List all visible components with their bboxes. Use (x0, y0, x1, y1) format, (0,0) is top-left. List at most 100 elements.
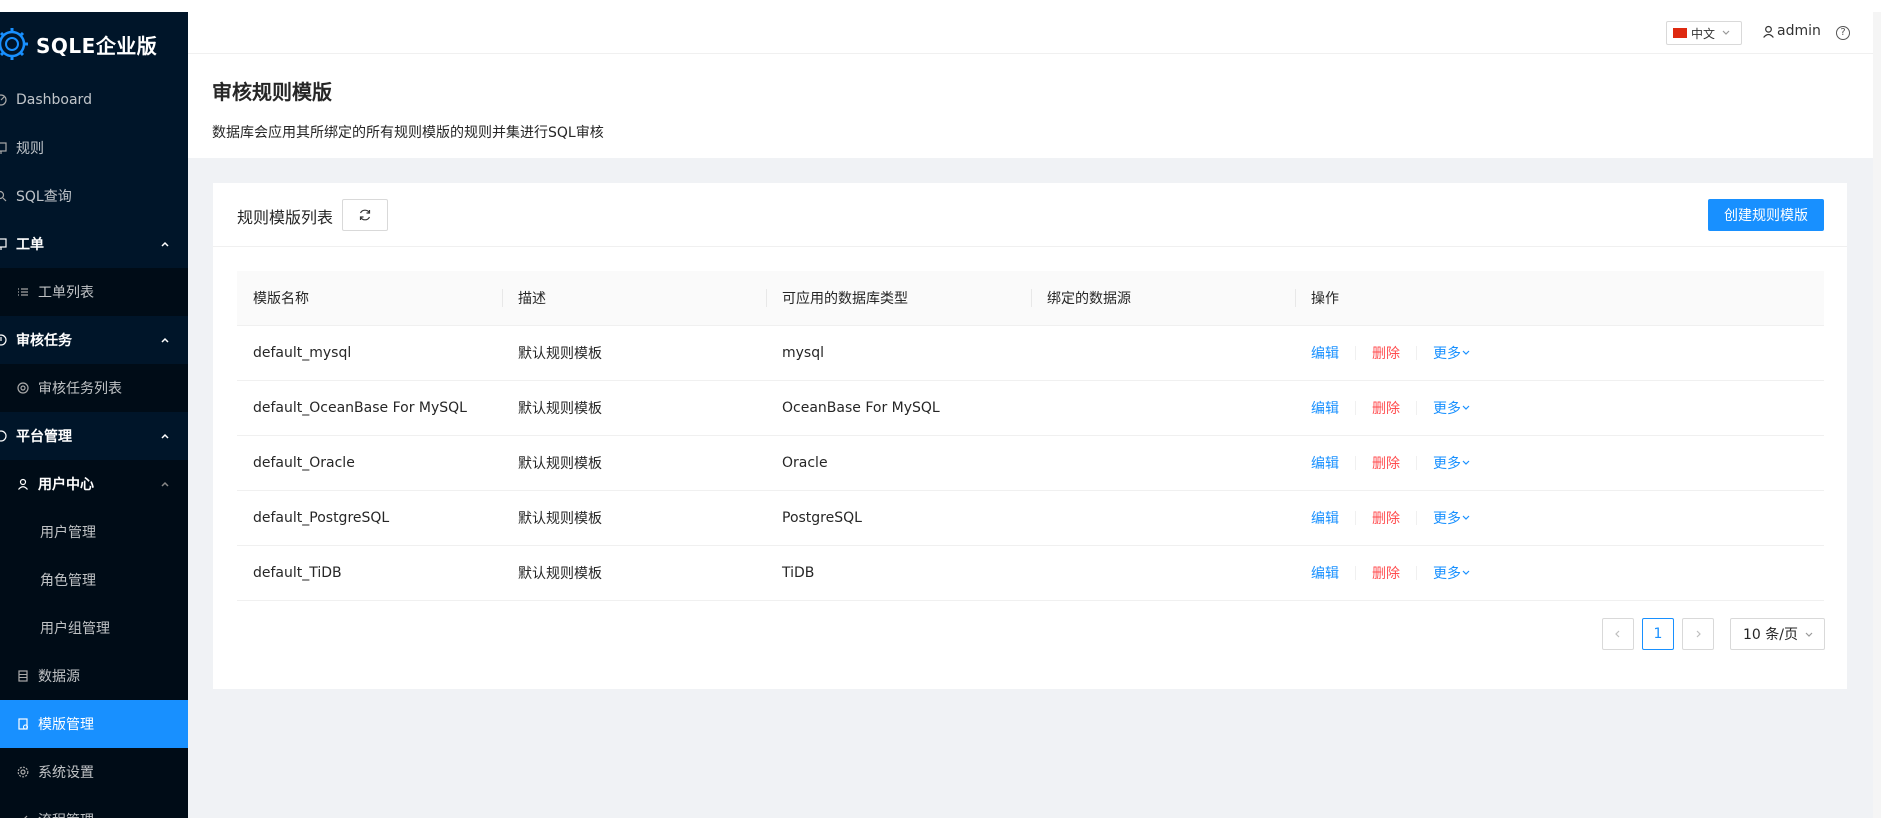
sidebar-item-system-settings[interactable]: 系统设置 (0, 748, 188, 796)
more-dropdown[interactable]: 更多 (1433, 453, 1471, 473)
sidebar-item-datasource[interactable]: 数据源 (0, 652, 188, 700)
china-flag-icon (1673, 28, 1687, 38)
column-header-label: 描述 (518, 290, 546, 307)
edit-link[interactable]: 编辑 (1311, 343, 1339, 363)
sidebar-group-user-center[interactable]: 用户中心 (0, 460, 188, 508)
sidebar-item-label: 用户组管理 (40, 621, 110, 637)
gear-icon (16, 765, 30, 779)
sidebar-item-rules[interactable]: 规则 (0, 124, 188, 172)
sidebar-item-label: 模版管理 (38, 717, 94, 733)
sidebar-group-label: 工单 (16, 237, 44, 253)
sidebar-group-label: 审核任务 (16, 333, 72, 349)
sidebar-item-order-list[interactable]: 工单列表 (0, 268, 188, 316)
column-divider (1031, 288, 1032, 307)
delete-link[interactable]: 删除 (1372, 398, 1400, 418)
sidebar-item-role-management[interactable]: 角色管理 (0, 556, 188, 604)
sidebar-item-label: 流程管理 (38, 810, 94, 818)
template-description: 默认规则模板 (502, 545, 766, 601)
logo-text: SQLE企业版 (36, 33, 158, 58)
card-header: 规则模版列表 创建规则模版 (213, 183, 1847, 247)
column-header: 绑定的数据源 (1031, 271, 1295, 326)
page-header: 审核规则模版 数据库会应用其所绑定的所有规则模版的规则并集进行SQL审核 (188, 54, 1873, 158)
delete-link[interactable]: 删除 (1372, 343, 1400, 363)
pagination: 1 10 条/页 (1602, 618, 1825, 650)
more-dropdown[interactable]: 更多 (1433, 343, 1471, 363)
sidebar-item-label: 工单列表 (38, 285, 94, 301)
search-icon (0, 189, 8, 203)
template-datasource (1031, 435, 1295, 491)
scrollbar[interactable] (1873, 12, 1881, 818)
language-label: 中文 (1691, 26, 1716, 41)
table-header-row: 模版名称 描述 可应用的数据库类型 绑定的数据源 操作 (237, 271, 1824, 326)
chevron-down-icon (1462, 405, 1470, 410)
column-header-label: 模版名称 (253, 290, 309, 307)
top-header: 中文 admin ? (188, 12, 1881, 54)
edit-link[interactable]: 编辑 (1311, 453, 1339, 473)
row-actions: 编辑 删除 更多 (1295, 490, 1824, 546)
sidebar-item-user-management[interactable]: 用户管理 (0, 508, 188, 556)
chevron-down-icon (1722, 30, 1730, 35)
logo[interactable]: SQLE企业版 (0, 12, 188, 76)
template-datasource (1031, 545, 1295, 601)
template-datasource (1031, 325, 1295, 381)
username: admin (1777, 23, 1821, 39)
platform-icon (0, 429, 8, 443)
page-size-select[interactable]: 10 条/页 (1730, 618, 1825, 650)
chevron-left-icon (1615, 630, 1620, 638)
user-icon (1763, 25, 1774, 38)
sidebar-item-label: 规则 (16, 141, 44, 157)
edit-link[interactable]: 编辑 (1311, 563, 1339, 583)
page-description: 数据库会应用其所绑定的所有规则模版的规则并集进行SQL审核 (212, 125, 604, 141)
more-dropdown[interactable]: 更多 (1433, 563, 1471, 583)
table-row: default_OceanBase For MySQL 默认规则模板 Ocean… (237, 380, 1824, 436)
sidebar-group-audit-task[interactable]: 审核任务 (0, 316, 188, 364)
table-row: default_TiDB 默认规则模板 TiDB 编辑 删除 更多 (237, 545, 1824, 601)
template-list-card: 规则模版列表 创建规则模版 模版名称 描述 可应用的数据库类型 绑定的数据源 操… (213, 183, 1847, 689)
row-actions: 编辑 删除 更多 (1295, 435, 1824, 491)
column-header-label: 绑定的数据源 (1047, 290, 1131, 307)
sidebar-item-process-management[interactable]: 流程管理 (0, 796, 188, 818)
delete-link[interactable]: 删除 (1372, 453, 1400, 473)
template-description: 默认规则模板 (502, 380, 766, 436)
sidebar-item-label: SQL查询 (16, 189, 72, 205)
sidebar-item-audit-task-list[interactable]: 审核任务列表 (0, 364, 188, 412)
more-label: 更多 (1433, 345, 1461, 362)
column-divider (1295, 288, 1296, 307)
sidebar-group-platform[interactable]: 平台管理 (0, 412, 188, 460)
sidebar-item-user-group-management[interactable]: 用户组管理 (0, 604, 188, 652)
sidebar-item-label: Dashboard (16, 92, 92, 108)
chevron-down-icon (1462, 460, 1470, 465)
template-name: default_OceanBase For MySQL (237, 380, 502, 436)
delete-link[interactable]: 删除 (1372, 563, 1400, 583)
edit-link[interactable]: 编辑 (1311, 398, 1339, 418)
sidebar-item-template-management[interactable]: 模版管理 (0, 700, 188, 748)
rule-icon (0, 141, 8, 155)
chevron-down-icon (1462, 570, 1470, 575)
sidebar-group-order[interactable]: 工单 (0, 220, 188, 268)
sidebar-item-dashboard[interactable]: Dashboard (0, 76, 188, 124)
create-template-button[interactable]: 创建规则模版 (1708, 199, 1824, 231)
edit-link[interactable]: 编辑 (1311, 508, 1339, 528)
template-db-type: TiDB (766, 545, 1031, 601)
chevron-up-icon (161, 433, 169, 439)
order-icon (0, 237, 8, 251)
user-menu[interactable]: admin (1762, 23, 1821, 39)
refresh-button[interactable] (342, 199, 388, 231)
card-title: 规则模版列表 (237, 208, 334, 227)
template-name: default_mysql (237, 325, 502, 381)
column-header: 操作 (1295, 271, 1824, 326)
sidebar-item-sql-query[interactable]: SQL查询 (0, 172, 188, 220)
template-table: 模版名称 描述 可应用的数据库类型 绑定的数据源 操作 default_mysq… (237, 271, 1824, 601)
more-dropdown[interactable]: 更多 (1433, 508, 1471, 528)
page-number[interactable]: 1 (1642, 618, 1674, 650)
language-select[interactable]: 中文 (1666, 21, 1742, 45)
column-header: 可应用的数据库类型 (766, 271, 1031, 326)
template-icon (16, 717, 30, 731)
more-label: 更多 (1433, 510, 1461, 527)
delete-link[interactable]: 删除 (1372, 508, 1400, 528)
next-page-button[interactable] (1682, 618, 1714, 650)
prev-page-button[interactable] (1602, 618, 1634, 650)
template-datasource (1031, 380, 1295, 436)
more-dropdown[interactable]: 更多 (1433, 398, 1471, 418)
help-icon[interactable]: ? (1836, 26, 1850, 40)
